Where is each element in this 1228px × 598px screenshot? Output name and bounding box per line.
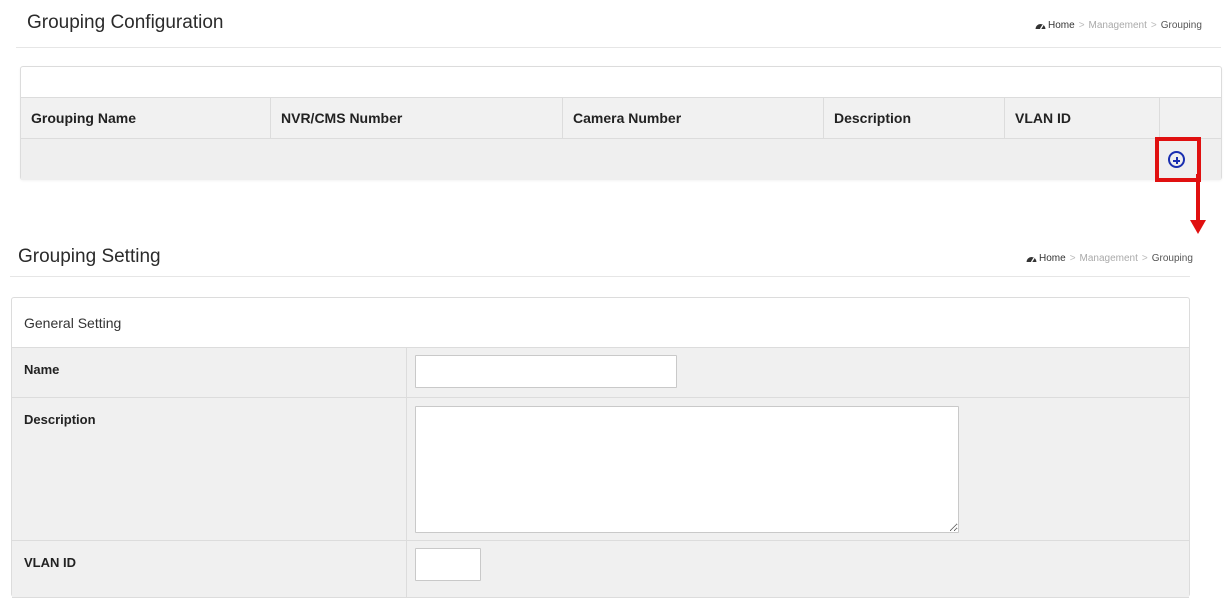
arrow-head [1190, 220, 1206, 234]
page-title: Grouping Configuration [27, 12, 224, 33]
name-label: Name [12, 348, 407, 397]
vlan-id-label: VLAN ID [12, 541, 407, 597]
panel-title: General Setting [12, 298, 1189, 348]
breadcrumb-home-label: Home [1039, 253, 1066, 264]
description-label: Description [12, 398, 407, 540]
header-divider [16, 47, 1221, 48]
form-row-description: Description [12, 398, 1189, 541]
table-header: Grouping Name NVR/CMS Number Camera Numb… [21, 97, 1221, 139]
column-camera-number: Camera Number [563, 98, 824, 138]
name-input[interactable] [415, 355, 677, 388]
column-description: Description [824, 98, 1005, 138]
vlan-id-input[interactable] [415, 548, 481, 581]
breadcrumb: Home > Management > Grouping [1035, 20, 1202, 31]
breadcrumb-separator: > [1150, 20, 1157, 31]
general-setting-panel: General Setting Name Description VLAN ID [11, 297, 1190, 598]
breadcrumb-separator: > [1078, 20, 1085, 31]
column-actions [1160, 98, 1222, 138]
dashboard-icon [1026, 256, 1037, 262]
dashboard-icon [1035, 23, 1046, 29]
table-row [21, 139, 1221, 180]
highlight-box [1155, 137, 1201, 182]
breadcrumb-management[interactable]: Management [1080, 253, 1138, 264]
form-row-vlan-id: VLAN ID [12, 541, 1189, 598]
breadcrumb-management[interactable]: Management [1089, 20, 1147, 31]
arrow-line [1196, 174, 1200, 222]
breadcrumb-home-label: Home [1048, 20, 1075, 31]
description-textarea[interactable] [415, 406, 959, 533]
column-vlan-id: VLAN ID [1005, 98, 1160, 138]
breadcrumb-home[interactable]: Home [1035, 20, 1075, 31]
form-row-name: Name [12, 348, 1189, 398]
grouping-table-panel: Grouping Name NVR/CMS Number Camera Numb… [20, 66, 1222, 180]
breadcrumb-home[interactable]: Home [1026, 253, 1066, 264]
breadcrumb-current: Grouping [1151, 253, 1193, 264]
breadcrumb-separator: > [1069, 253, 1076, 264]
header-divider [10, 276, 1190, 277]
column-nvr-cms-number: NVR/CMS Number [271, 98, 563, 138]
breadcrumb-current: Grouping [1160, 20, 1202, 31]
column-grouping-name: Grouping Name [21, 98, 271, 138]
breadcrumb-separator: > [1141, 253, 1148, 264]
page-title: Grouping Setting [18, 246, 161, 267]
breadcrumb: Home > Management > Grouping [1026, 253, 1193, 264]
